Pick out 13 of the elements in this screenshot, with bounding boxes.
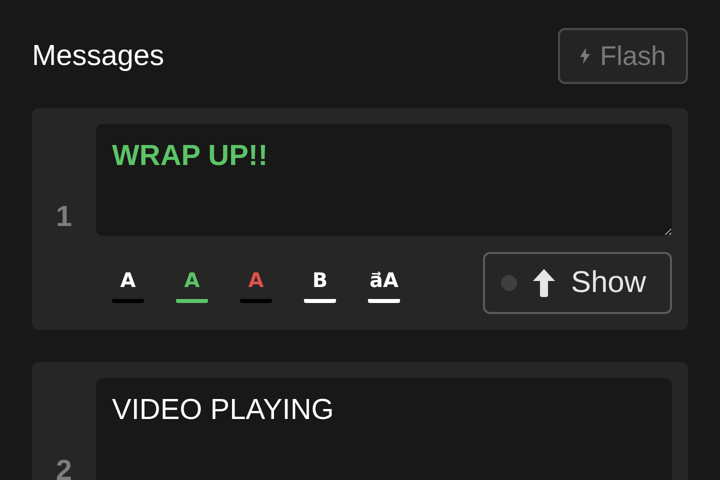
- message-field[interactable]: VIDEO PLAYING: [96, 378, 672, 480]
- format-button[interactable]: A: [176, 263, 208, 303]
- message-number: 1: [56, 201, 72, 234]
- format-button[interactable]: A: [240, 263, 272, 303]
- message-number: 2: [56, 455, 72, 480]
- message-field[interactable]: WRAP UP!!: [96, 124, 672, 236]
- format-button[interactable]: a⃗A: [368, 263, 400, 303]
- show-button[interactable]: Show: [482, 252, 672, 314]
- up-arrow-icon: [532, 269, 555, 297]
- lightning-icon: [580, 48, 590, 64]
- format-button[interactable]: A: [112, 263, 144, 303]
- format-button[interactable]: B: [304, 263, 336, 303]
- page-title: Messages: [32, 40, 164, 72]
